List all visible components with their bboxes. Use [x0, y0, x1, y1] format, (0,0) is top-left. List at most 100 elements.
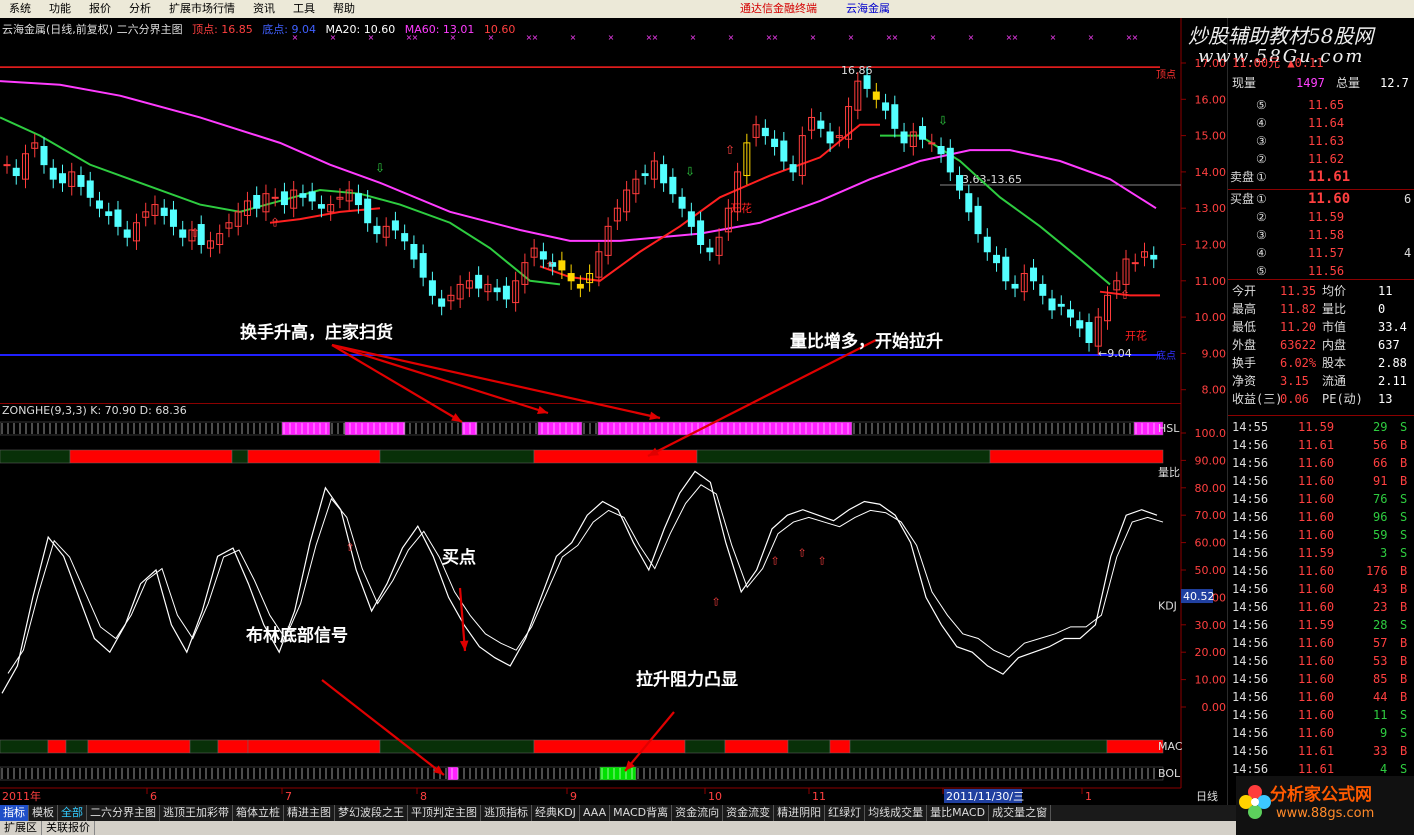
candle-body: [558, 260, 566, 271]
indicator-tab[interactable]: 二六分界主图: [87, 805, 160, 821]
stat-label: 换手: [1232, 356, 1257, 370]
mac-strip-segment: [829, 739, 851, 754]
time-axis-label: 10: [708, 790, 722, 803]
menu-info[interactable]: 资讯: [244, 0, 284, 18]
stat-label: 最低: [1232, 320, 1257, 334]
candle-body: [863, 75, 871, 89]
tick-volume: 76: [1373, 492, 1388, 506]
order-index: ①: [1256, 170, 1267, 184]
tick-volume: 96: [1373, 510, 1388, 524]
indicator-tab[interactable]: 经典KDJ: [532, 805, 580, 821]
tick-volume: 56: [1373, 438, 1388, 452]
menu-extended-market[interactable]: 扩展市场行情: [160, 0, 244, 18]
menu-help[interactable]: 帮助: [324, 0, 364, 18]
menu-tools[interactable]: 工具: [284, 0, 324, 18]
bol-strip-segment: [599, 766, 637, 781]
bid-price: 11.58: [1308, 228, 1345, 242]
indicator-tab[interactable]: 逃顶指标: [481, 805, 532, 821]
tick-row: 14:56 11.60 66 B: [1228, 454, 1414, 472]
stat-label: 收益(三): [1232, 392, 1283, 406]
tick-side: S: [1400, 546, 1408, 560]
kdj-tick-label: 0.00: [1202, 701, 1227, 714]
tick-price: 11.59: [1298, 618, 1335, 632]
mac-strip-segment: [1106, 739, 1164, 754]
menu-quote[interactable]: 报价: [80, 0, 120, 18]
tick-time: 14:56: [1232, 492, 1269, 506]
tick-volume: 57: [1373, 636, 1388, 650]
top-price-label: 顶点: 16.85: [192, 23, 253, 36]
tick-side: S: [1400, 420, 1408, 434]
tick-side: B: [1400, 474, 1408, 488]
indicator-tab[interactable]: 精进阴阳: [774, 805, 826, 821]
extension-tab[interactable]: 关联报价: [42, 821, 95, 835]
bid-price: 11.56: [1308, 264, 1345, 278]
trough-label: ←9.04: [1098, 347, 1132, 360]
indicator-tab[interactable]: 箱体立桩: [233, 805, 284, 821]
menu-bar: 系统 功能 报价 分析 扩展市场行情 资讯 工具 帮助 通达信金融终端 云海金属: [0, 0, 1414, 18]
signal-marker: ×: [1132, 33, 1139, 42]
stat-label: 流通: [1322, 374, 1347, 388]
order-index: ③: [1256, 134, 1267, 148]
indicator-tab[interactable]: 成交量之窗: [989, 805, 1052, 821]
indicator-tab[interactable]: 全部: [58, 805, 87, 821]
candle-body: [1011, 283, 1019, 289]
signal-marker: ×: [1050, 33, 1057, 42]
tick-row: 14:56 11.60 91 B: [1228, 472, 1414, 490]
kdj-up-arrow-icon: ⇧: [770, 555, 779, 568]
tick-price: 11.60: [1298, 600, 1335, 614]
candle-body: [872, 91, 880, 100]
chart-area[interactable]: 17.00 16.00 15.00 14.00 13.00 12.00 11.00 10.00…: [0, 18, 1228, 806]
candle-body: [891, 104, 899, 129]
tick-price: 11.60: [1298, 708, 1335, 722]
tick-row: 14:55 11.59 29 S: [1228, 418, 1414, 436]
signal-marker: ×: [1088, 33, 1095, 42]
tick-row: 14:56 11.60 44 B: [1228, 688, 1414, 706]
indicator-tab[interactable]: 精进主图: [284, 805, 335, 821]
tick-time: 14:56: [1232, 510, 1269, 524]
stat-value: 2.88: [1378, 356, 1407, 370]
extension-tab-bar: 扩展区 关联报价: [0, 821, 1240, 835]
candle-body: [567, 273, 575, 282]
tick-side: S: [1400, 510, 1408, 524]
indicator-tab[interactable]: 模板: [29, 805, 58, 821]
arrow-bollinger: [321, 679, 445, 776]
bid-row: ① 11.60 买盘 6: [1228, 190, 1414, 208]
indicator-tab[interactable]: 资金流向: [672, 805, 724, 821]
indicator-tab[interactable]: 梦幻波段之王: [335, 805, 408, 821]
menu-function[interactable]: 功能: [40, 0, 80, 18]
menu-system[interactable]: 系统: [0, 0, 40, 18]
last-price: 11.00元 ▲0.11: [1232, 56, 1324, 70]
kdj-tick-label: 60.00: [1195, 537, 1227, 550]
kdj-tick-label: 90.00: [1195, 454, 1227, 467]
ask-price: 11.61: [1308, 169, 1351, 185]
indicator-tab[interactable]: 均线成交量: [865, 805, 928, 821]
candle-body: [1048, 298, 1056, 311]
signal-marker: ×: [930, 33, 937, 42]
indicator-tab[interactable]: 逃顶王加彩带: [160, 805, 233, 821]
tick-row: 14:56 11.59 3 S: [1228, 544, 1414, 562]
annotation-volume-ratio: 量比增多，开始拉升: [790, 332, 943, 352]
candle-body: [882, 102, 890, 111]
candle-body: [1085, 322, 1093, 344]
indicator-tab[interactable]: 量比MACD: [927, 805, 990, 821]
indicator-tab[interactable]: 资金流变: [723, 805, 775, 821]
indicator-tab[interactable]: MACD背离: [610, 805, 673, 821]
candle-body: [771, 138, 779, 147]
order-index: ②: [1256, 152, 1267, 166]
indicator-tab[interactable]: AAA: [580, 805, 611, 821]
stat-value: 0.06: [1280, 392, 1309, 406]
chart-canvas[interactable]: 17.0016.0015.0014.0013.0012.0011.0010.00…: [0, 18, 1228, 806]
menu-analysis[interactable]: 分析: [120, 0, 160, 18]
tick-time: 14:56: [1232, 438, 1269, 452]
mac-strip-segment: [247, 739, 381, 754]
tick-time: 14:56: [1232, 582, 1269, 596]
extension-tab[interactable]: 扩展区: [0, 821, 42, 835]
indicator-tab[interactable]: 平顶判定主图: [408, 805, 481, 821]
up-arrow-icon: ⇧: [725, 143, 735, 157]
tick-side: B: [1400, 456, 1408, 470]
indicator-tab[interactable]: 红绿灯: [825, 805, 866, 821]
indicator-tab[interactable]: 指标: [0, 805, 29, 821]
annotation-buy-point: 买点: [442, 548, 476, 568]
tick-volume: 43: [1373, 582, 1388, 596]
candle-body: [123, 229, 131, 238]
